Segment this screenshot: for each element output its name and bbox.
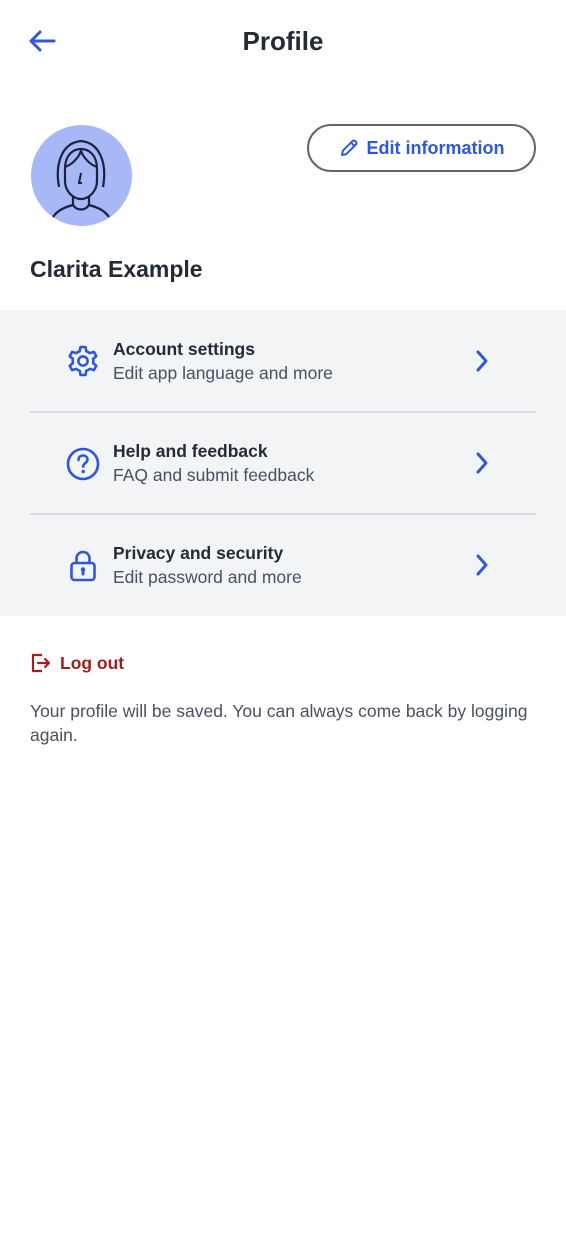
menu-item-title: Help and feedback (113, 441, 268, 461)
menu-item-subtitle: Edit app language and more (113, 363, 333, 383)
chevron-right-icon (470, 450, 494, 476)
lock-icon (64, 548, 102, 584)
user-avatar-icon (52, 139, 110, 218)
logout-note: Your profile will be saved. You can alwa… (30, 701, 528, 745)
menu-item-title: Privacy and security (113, 543, 284, 563)
settings-menu: Account settings Edit app language and m… (0, 310, 566, 616)
menu-item-subtitle: FAQ and submit feedback (113, 465, 315, 485)
edit-information-label: Edit information (366, 138, 505, 158)
menu-item-account-settings[interactable]: Account settings Edit app language and m… (0, 310, 566, 412)
menu-item-privacy-security[interactable]: Privacy and security Edit password and m… (0, 514, 566, 616)
pencil-icon (340, 139, 357, 156)
menu-item-help-feedback[interactable]: Help and feedback FAQ and submit feedbac… (0, 412, 566, 514)
avatar (31, 125, 132, 226)
chevron-right-icon (470, 348, 494, 374)
question-circle-icon (64, 446, 102, 482)
gear-icon (64, 344, 102, 380)
logout-button[interactable]: Log out (30, 652, 124, 674)
edit-information-button[interactable]: Edit information (307, 124, 536, 172)
menu-item-subtitle: Edit password and more (113, 567, 302, 587)
logout-icon (31, 653, 51, 673)
chevron-right-icon (470, 552, 494, 578)
page-title: Profile (242, 26, 324, 56)
user-name: Clarita Example (30, 256, 203, 282)
app-header: Profile (0, 0, 566, 84)
logout-label: Log out (60, 653, 125, 673)
menu-item-title: Account settings (113, 339, 255, 359)
